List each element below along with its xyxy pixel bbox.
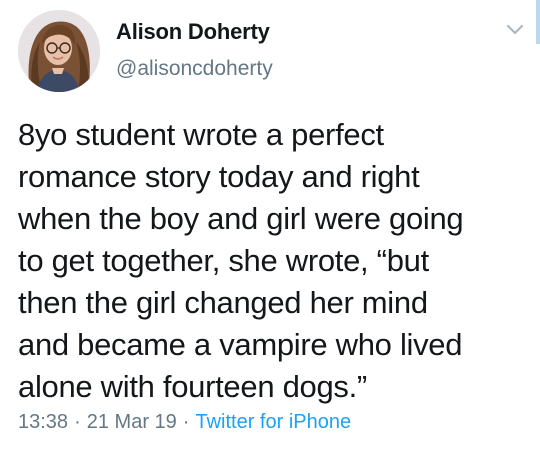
meta-separator: · xyxy=(182,411,190,433)
tweet-card: Alison Doherty @alisoncdoherty 8yo stude… xyxy=(0,0,540,456)
tweet-source-link[interactable]: Twitter for iPhone xyxy=(195,411,351,433)
tweet-text: 8yo student wrote a perfect romance stor… xyxy=(18,117,464,404)
chevron-down-icon[interactable] xyxy=(505,23,525,37)
avatar-image xyxy=(18,10,100,92)
meta-separator: · xyxy=(74,411,81,433)
tweet-date[interactable]: 21 Mar 19 xyxy=(87,411,177,433)
tweet-time[interactable]: 13:38 xyxy=(18,411,68,433)
avatar[interactable] xyxy=(18,10,100,92)
tweet-meta: 13:38 · 21 Mar 19 · Twitter for iPhone xyxy=(18,411,351,434)
author-handle[interactable]: @alisoncdoherty xyxy=(116,57,273,81)
scroll-edge-indicator xyxy=(536,0,540,44)
author-display-name[interactable]: Alison Doherty xyxy=(116,19,270,45)
